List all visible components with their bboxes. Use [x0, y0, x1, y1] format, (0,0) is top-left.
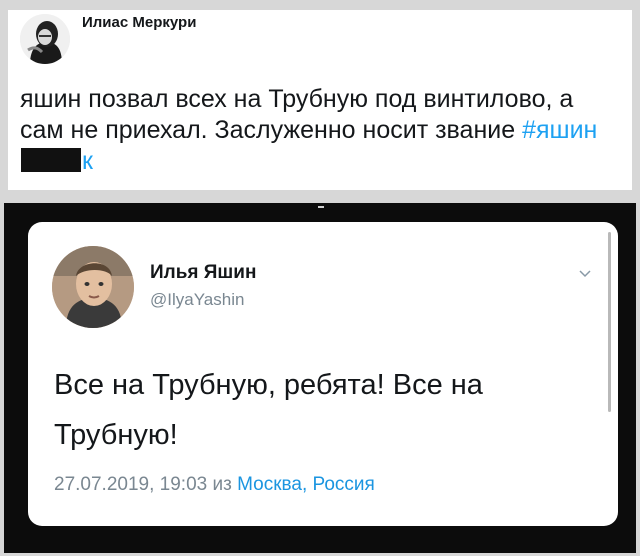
top-tweet-text: яшин позвал всех на Трубную под винтилов… — [20, 84, 620, 177]
timestamp[interactable]: 27.07.2019, 19:03 — [54, 474, 207, 495]
location-link[interactable]: Москва, Россия — [237, 474, 375, 495]
avatar[interactable] — [52, 246, 134, 328]
scrollbar[interactable] — [608, 232, 611, 412]
embedded-tweet-author-name[interactable]: Илья Яшин — [150, 262, 256, 284]
top-tweet-author-name[interactable]: Илиас Меркури — [82, 14, 196, 31]
embedded-tweet-handle[interactable]: @IlyaYashin — [150, 290, 244, 310]
avatar-portrait-icon — [52, 246, 134, 328]
hashtag-end: к — [82, 147, 93, 175]
embedded-tweet-meta: 27.07.2019, 19:03 из Москва, Россия — [54, 474, 375, 496]
avatar-portrait-icon — [20, 14, 70, 64]
top-tweet-body: яшин позвал всех на Трубную под винтилов… — [20, 85, 574, 144]
hashtag-start: #яшин — [522, 116, 598, 144]
censor-bar — [21, 148, 81, 172]
frame-divider — [318, 206, 324, 208]
chevron-down-icon[interactable] — [578, 266, 592, 280]
avatar[interactable] — [20, 14, 70, 64]
from-word: из — [212, 474, 232, 495]
embedded-tweet-text: Все на Трубную, ребята! Все на Трубную! — [54, 369, 483, 451]
